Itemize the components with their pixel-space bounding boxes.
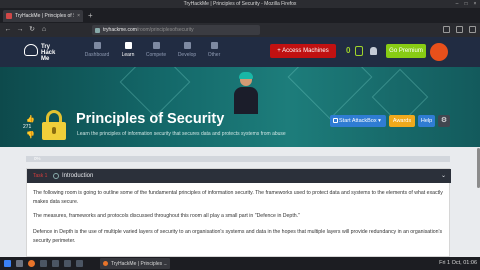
reload-icon[interactable]: ↻: [28, 25, 36, 35]
nav-label: Develop: [177, 52, 197, 58]
sidebar-icon[interactable]: [456, 26, 463, 33]
go-premium-button[interactable]: Go Premium: [386, 44, 426, 58]
os-taskbar: TryHackMe | Principles ... Fri 1 Oct, 01…: [0, 257, 480, 270]
room-progress-label: 0%: [34, 156, 41, 161]
nav-develop[interactable]: Develop: [174, 42, 200, 58]
firefox-icon[interactable]: [28, 260, 35, 267]
back-icon[interactable]: ←: [4, 25, 12, 35]
settings-icon[interactable]: [64, 260, 71, 267]
editor-icon[interactable]: [52, 260, 59, 267]
close-icon[interactable]: ×: [472, 1, 478, 7]
tryhackme-logo[interactable]: Try Hack Me: [24, 41, 66, 63]
nav-learn[interactable]: Learn: [115, 42, 141, 58]
navigation-toolbar: ← → ↻ ⌂ tryhackme.com /room/principlesof…: [0, 23, 480, 37]
trophy-icon: [152, 42, 160, 49]
streak-icon[interactable]: [355, 46, 363, 56]
room-title: Principles of Security: [76, 111, 225, 127]
start-attackbox-label: Start AttackBox: [339, 118, 377, 124]
taskbar-window-button[interactable]: TryHackMe | Principles ...: [100, 258, 170, 269]
awards-button[interactable]: Awards: [389, 115, 415, 127]
nav-label: Other: [207, 52, 221, 58]
nav-dashboard[interactable]: Dashboard: [84, 42, 110, 58]
cloud-logo-icon: [24, 44, 38, 56]
minimize-icon[interactable]: –: [454, 1, 460, 7]
task-paragraph: Defence in Depth is the use of multiple …: [33, 229, 443, 244]
learn-icon: [124, 42, 132, 49]
play-icon: [333, 118, 338, 123]
room-banner: 👍 271 👎 Principles of Security Learn the…: [0, 67, 480, 147]
tab-bar: TryHackMe | Principles of S × +: [0, 8, 480, 23]
favicon-icon: [6, 13, 12, 19]
avatar[interactable]: [430, 43, 448, 61]
like-count: 271: [23, 124, 32, 130]
thumbs-down-icon[interactable]: 👎: [26, 131, 35, 139]
maximize-icon[interactable]: □: [463, 1, 469, 7]
task-status-icon: [53, 173, 59, 179]
presenter-image: [231, 72, 261, 114]
logo-text-me: Me: [41, 56, 50, 62]
new-tab-icon[interactable]: +: [88, 11, 93, 20]
padlock-room-icon: [40, 110, 68, 140]
task-panel: Task 1 Introduction ⌄ The following room…: [26, 168, 451, 257]
gear-icon[interactable]: ⚙: [438, 115, 450, 127]
url-path: /room/principlesofsecurity: [136, 27, 194, 33]
forward-icon[interactable]: →: [16, 25, 24, 35]
terminal-icon[interactable]: [40, 260, 47, 267]
firefox-icon: [103, 261, 108, 266]
window-title: TryHackMe | Principles of Security - Moz…: [183, 1, 297, 7]
banner-decoration: [119, 67, 191, 118]
streak-count: 0: [346, 46, 351, 55]
padlock-icon: [95, 27, 100, 33]
url-bar[interactable]: tryhackme.com /room/principlesofsecurity: [92, 25, 260, 35]
room-progress-bar: 0%: [26, 156, 450, 162]
tab-title: TryHackMe | Principles of S: [15, 13, 75, 19]
nav-compete[interactable]: Compete: [143, 42, 169, 58]
task-header[interactable]: Task 1 Introduction ⌄: [27, 169, 451, 183]
site-header: Try Hack Me Dashboard Learn Compete Deve…: [0, 37, 480, 67]
files-icon[interactable]: [16, 260, 23, 267]
workspace-icon[interactable]: [76, 260, 83, 267]
nav-label: Dashboard: [84, 52, 110, 58]
room-content: 0% Task 1 Introduction ⌄ The following r…: [0, 147, 480, 257]
room-description: Learn the principles of information secu…: [77, 131, 286, 137]
clock: Fri 1 Oct, 01:06: [439, 260, 477, 266]
menu-icon[interactable]: [469, 26, 476, 33]
url-domain: tryhackme.com: [103, 27, 137, 33]
thumbs-up-icon[interactable]: 👍: [26, 115, 35, 123]
code-icon: [183, 42, 191, 49]
browser-tab[interactable]: TryHackMe | Principles of S ×: [3, 10, 83, 22]
dots-icon: [210, 42, 218, 49]
tab-close-icon[interactable]: ×: [77, 13, 80, 19]
library-icon[interactable]: [443, 26, 450, 33]
task-paragraph: The following room is going to outline s…: [33, 190, 443, 205]
task-number: Task 1: [33, 173, 48, 179]
access-machines-button[interactable]: + Access Machines: [270, 44, 336, 58]
nav-other[interactable]: Other: [201, 42, 227, 58]
start-attackbox-button[interactable]: Start AttackBox ▾: [330, 115, 386, 127]
nav-label: Learn: [121, 52, 135, 58]
nav-label: Compete: [145, 52, 167, 58]
window-titlebar: TryHackMe | Principles of Security - Moz…: [0, 0, 480, 8]
help-button[interactable]: Help: [418, 115, 435, 127]
banner-decoration: [287, 67, 373, 120]
taskbar-window-label: TryHackMe | Principles ...: [111, 260, 167, 267]
bell-icon[interactable]: [370, 47, 377, 55]
app-menu-icon[interactable]: [4, 260, 11, 267]
task-paragraph: The measures, frameworks and protocols d…: [33, 213, 300, 219]
home-icon[interactable]: ⌂: [40, 25, 48, 35]
chevron-down-icon: ▾: [378, 118, 381, 124]
chevron-down-icon[interactable]: ⌄: [441, 169, 446, 183]
home-icon: [93, 42, 101, 49]
task-title: Introduction: [62, 173, 94, 179]
